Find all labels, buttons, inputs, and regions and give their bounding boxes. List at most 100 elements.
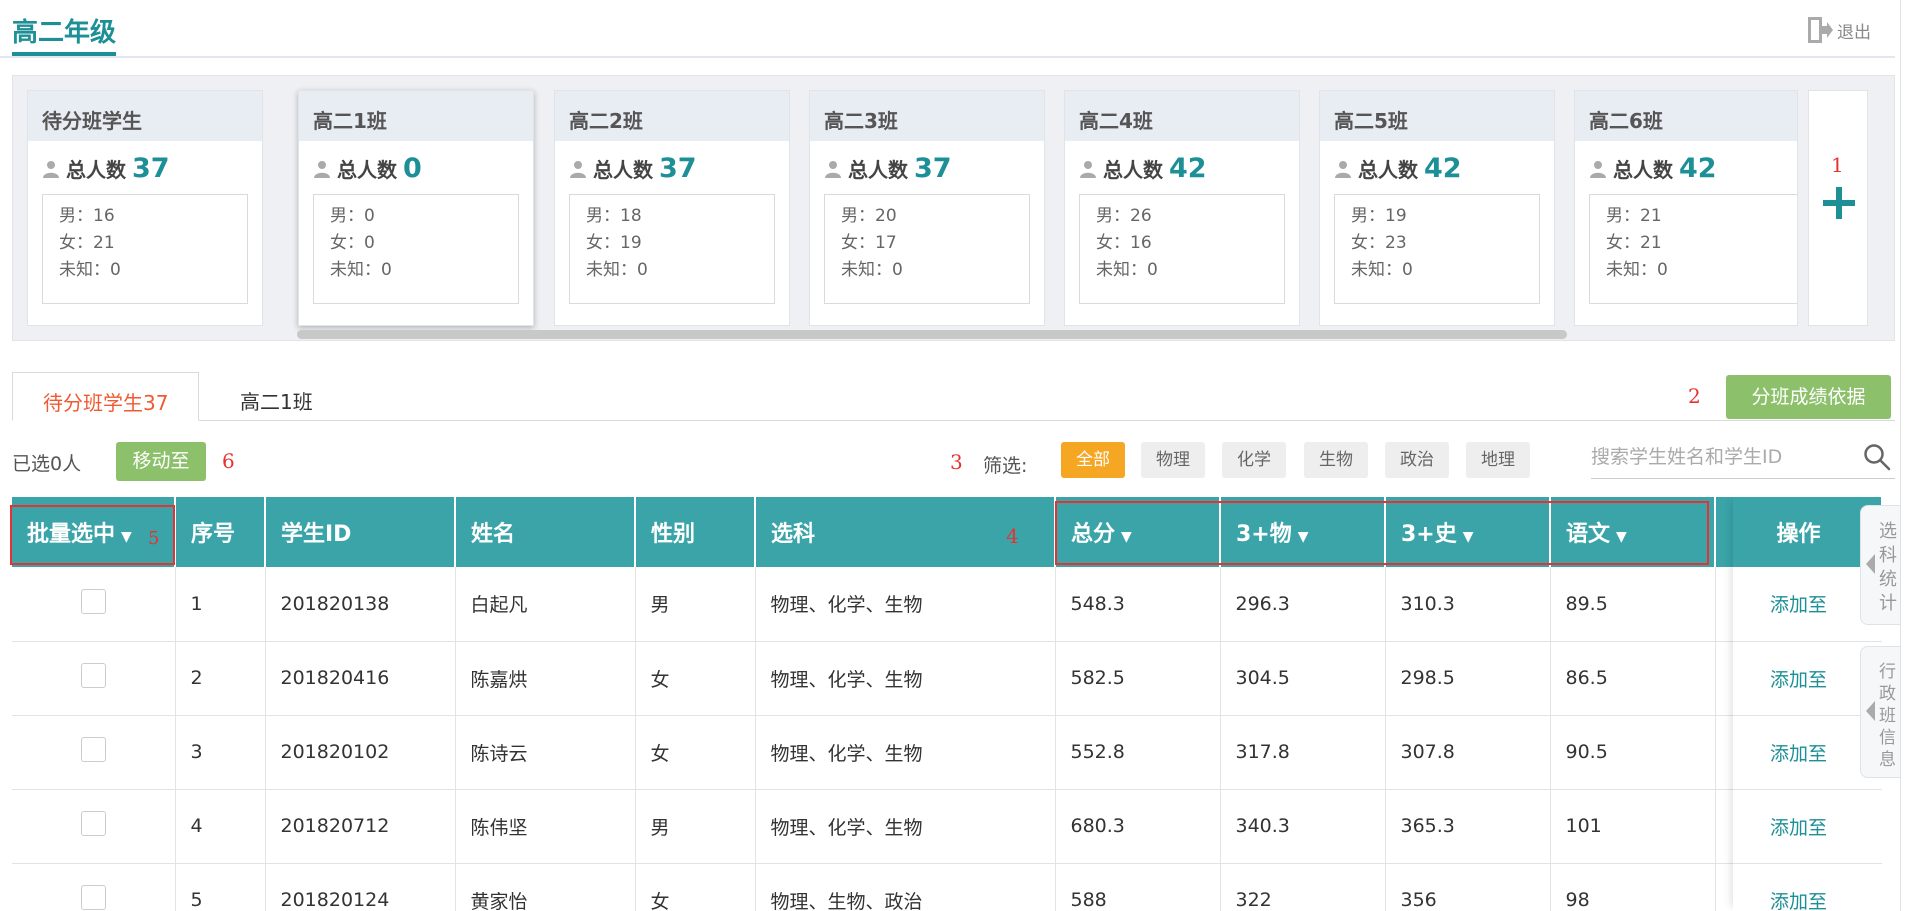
class-card-2[interactable]: 高二2班 总人数 37 男：18 女：19 未知：0 <box>554 90 790 326</box>
female-count: 女：19 <box>586 233 642 253</box>
move-to-button[interactable]: 移动至 <box>116 442 206 481</box>
col-operation: 操作 <box>1715 497 1882 567</box>
search-input[interactable] <box>1591 437 1846 477</box>
cell-total: 582.5 <box>1055 641 1221 716</box>
logout-label: 退出 <box>1837 22 1871 43</box>
filter-chip-physics[interactable]: 物理 <box>1141 442 1205 478</box>
filter-label: 筛选: <box>983 455 1028 477</box>
row-checkbox[interactable] <box>80 737 106 762</box>
total-label: 总人数 <box>66 158 126 182</box>
cell-student-id: 201820124 <box>265 863 456 911</box>
total-label: 总人数 <box>1613 158 1673 182</box>
class-cards-strip: 待分班学生 总人数 37 男：16 女：21 未知：0 高二1班 总人数 0 男… <box>12 75 1895 341</box>
cell-index: 4 <box>175 789 266 864</box>
card-total: 总人数 42 <box>1065 141 1299 184</box>
annotation-3: 3 <box>950 450 963 474</box>
card-total: 总人数 37 <box>555 141 789 184</box>
cell-student-id: 201820712 <box>265 789 456 864</box>
caret-left-icon <box>1866 554 1875 574</box>
cell-physics-combo: 304.5 <box>1220 641 1386 716</box>
cell-history-combo: 310.3 <box>1385 567 1551 642</box>
total-count: 37 <box>132 153 170 184</box>
card-title: 高二5班 <box>1320 91 1554 141</box>
row-checkbox[interactable] <box>80 885 106 910</box>
cell-subjects: 物理、化学、生物 <box>755 567 1056 642</box>
table-row: 4 201820712 陈伟坚 男 物理、化学、生物 680.3 340.3 3… <box>12 789 1882 864</box>
add-class-button[interactable]: 1 <box>1808 90 1868 326</box>
tab-pending-students[interactable]: 待分班学生37 <box>12 372 200 421</box>
female-count: 女：21 <box>1606 233 1662 253</box>
cards-scrollbar[interactable] <box>297 330 1567 339</box>
gender-stats: 男：19 女：23 未知：0 <box>1334 194 1540 304</box>
add-to-link[interactable]: 添加至 <box>1715 789 1882 864</box>
tab-class-1[interactable]: 高二1班 <box>210 372 343 421</box>
filter-chip-politics[interactable]: 政治 <box>1385 442 1449 478</box>
add-to-link[interactable]: 添加至 <box>1715 641 1882 716</box>
class-card-pending[interactable]: 待分班学生 总人数 37 男：16 女：21 未知：0 <box>27 90 263 326</box>
card-title: 高二6班 <box>1575 91 1797 141</box>
cell-gender: 男 <box>635 789 756 864</box>
class-card-5[interactable]: 高二5班 总人数 42 男：19 女：23 未知：0 <box>1319 90 1555 326</box>
card-title: 高二3班 <box>810 91 1044 141</box>
person-icon <box>1080 160 1096 178</box>
row-checkbox-cell <box>12 715 176 790</box>
cell-chinese: 86.5 <box>1550 641 1716 716</box>
logout-button[interactable]: 退出 <box>1807 15 1871 45</box>
cell-history-combo: 307.8 <box>1385 715 1551 790</box>
female-count: 女：17 <box>841 233 897 253</box>
class-card-6[interactable]: 高二6班 总人数 42 男：21 女：21 未知：0 <box>1574 90 1798 326</box>
cell-gender: 女 <box>635 863 756 911</box>
person-icon <box>825 160 841 178</box>
total-label: 总人数 <box>1103 158 1163 182</box>
annotation-2: 2 <box>1688 384 1701 408</box>
female-count: 女：0 <box>330 233 375 253</box>
row-checkbox[interactable] <box>80 663 106 688</box>
cell-index: 3 <box>175 715 266 790</box>
row-checkbox[interactable] <box>80 811 106 836</box>
unknown-count: 未知：0 <box>59 260 121 280</box>
person-icon <box>570 160 586 178</box>
table-row: 3 201820102 陈诗云 女 物理、化学、生物 552.8 317.8 3… <box>12 715 1882 790</box>
col-gender: 性别 <box>635 497 756 567</box>
cell-index: 2 <box>175 641 266 716</box>
class-card-1[interactable]: 高二1班 总人数 0 男：0 女：0 未知：0 <box>298 90 534 326</box>
add-to-link[interactable]: 添加至 <box>1715 715 1882 790</box>
filter-chip-all[interactable]: 全部 <box>1061 442 1125 478</box>
side-tab-label: 选科统计 <box>1879 521 1897 614</box>
filter-chip-chemistry[interactable]: 化学 <box>1222 442 1286 478</box>
cell-chinese: 101 <box>1550 789 1716 864</box>
search-icon[interactable] <box>1863 443 1891 471</box>
cell-index: 1 <box>175 567 266 642</box>
male-count: 男：16 <box>59 206 115 226</box>
add-to-link[interactable]: 添加至 <box>1715 863 1882 911</box>
filter-chip-biology[interactable]: 生物 <box>1304 442 1368 478</box>
card-total: 总人数 42 <box>1575 141 1797 184</box>
male-count: 男：0 <box>330 206 375 226</box>
class-card-3[interactable]: 高二3班 总人数 37 男：20 女：17 未知：0 <box>809 90 1045 326</box>
col-student-id: 学生ID <box>265 497 456 567</box>
row-checkbox[interactable] <box>80 588 106 614</box>
cell-subjects: 物理、生物、政治 <box>755 863 1056 911</box>
person-icon <box>1590 160 1606 178</box>
search-box <box>1591 437 1895 479</box>
card-title: 待分班学生 <box>28 91 262 141</box>
card-title: 高二1班 <box>299 91 533 141</box>
filter-chip-geography[interactable]: 地理 <box>1466 442 1530 478</box>
class-card-4[interactable]: 高二4班 总人数 42 男：26 女：16 未知：0 <box>1064 90 1300 326</box>
add-to-link[interactable]: 添加至 <box>1715 567 1882 642</box>
person-icon <box>43 160 59 178</box>
row-checkbox-cell <box>12 863 176 911</box>
female-count: 女：21 <box>59 233 115 253</box>
total-count: 42 <box>1679 153 1717 184</box>
card-total: 总人数 42 <box>1320 141 1554 184</box>
page-scrollbar[interactable] <box>1900 0 1916 911</box>
col-index: 序号 <box>175 497 266 567</box>
caret-left-icon <box>1866 701 1875 721</box>
cell-physics-combo: 296.3 <box>1220 567 1386 642</box>
cell-student-id: 201820138 <box>265 567 456 642</box>
grouping-basis-button[interactable]: 分班成绩依据 <box>1726 375 1891 419</box>
gender-stats: 男：26 女：16 未知：0 <box>1079 194 1285 304</box>
selected-count: 已选0人 <box>12 453 82 475</box>
unknown-count: 未知：0 <box>1096 260 1158 280</box>
cell-index: 5 <box>175 863 266 911</box>
